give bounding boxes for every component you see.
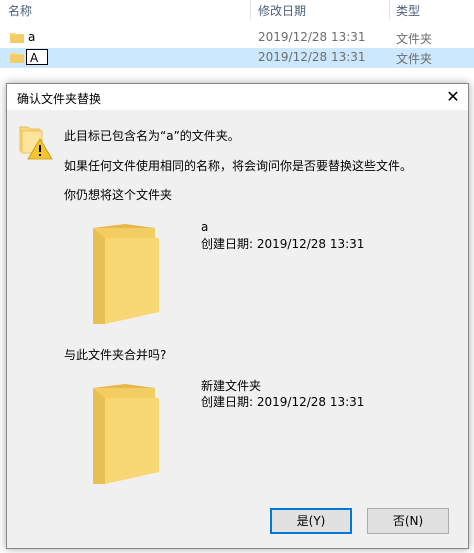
no-button[interactable]: 否(N) xyxy=(367,508,449,534)
dialog-titlebar[interactable]: 确认文件夹替换 ✕ xyxy=(7,84,468,110)
dialog-title: 确认文件夹替换 xyxy=(17,92,102,106)
column-type-header[interactable]: 类型 xyxy=(396,2,420,19)
file-type: 文件夹 xyxy=(396,52,433,66)
file-row-selected[interactable]: A 2019/12/28 13:31 文件夹 xyxy=(0,48,474,68)
folder-icon xyxy=(10,53,24,63)
column-modified-header[interactable]: 修改日期 xyxy=(258,2,306,19)
file-explorer-list: 名称 修改日期 类型 a 2019/12/28 13:31 文件夹 A 2019… xyxy=(0,0,474,82)
source-folder-created: 创建日期: 2019/12/28 13:31 xyxy=(201,395,365,409)
target-folder-name: a xyxy=(201,220,209,234)
yes-button[interactable]: 是(Y) xyxy=(270,508,352,534)
file-type: 文件夹 xyxy=(396,32,433,46)
dialog-prompt-keep: 你仍想将这个文件夹 xyxy=(64,188,173,202)
column-header-bar: 名称 修改日期 类型 xyxy=(0,0,474,20)
file-date: 2019/12/28 13:31 xyxy=(258,50,366,64)
column-name-header[interactable]: 名称 xyxy=(8,2,32,19)
dialog-prompt-merge: 与此文件夹合并吗? xyxy=(64,348,167,362)
close-icon[interactable]: ✕ xyxy=(438,84,468,110)
warning-folder-icon xyxy=(19,126,53,160)
column-divider[interactable] xyxy=(389,0,390,20)
file-row[interactable]: a 2019/12/28 13:31 文件夹 xyxy=(0,28,474,48)
file-name: a xyxy=(28,30,36,44)
source-folder-icon xyxy=(93,384,159,484)
target-folder-icon xyxy=(93,224,159,324)
column-divider[interactable] xyxy=(250,0,251,20)
target-folder-created: 创建日期: 2019/12/28 13:31 xyxy=(201,237,365,251)
dialog-message-replace-info: 如果任何文件使用相同的名称，将会询问你是否要替换这些文件。 xyxy=(64,159,413,173)
source-folder-name: 新建文件夹 xyxy=(201,379,262,393)
confirm-folder-replace-dialog: 确认文件夹替换 ✕ 此目标已包含名为“a”的文件夹。 如果任何文件使用相同的名称… xyxy=(6,83,469,549)
rename-input[interactable]: A xyxy=(26,49,48,65)
dialog-message-exists: 此目标已包含名为“a”的文件夹。 xyxy=(64,129,240,143)
file-date: 2019/12/28 13:31 xyxy=(258,30,366,44)
folder-icon xyxy=(10,33,24,43)
